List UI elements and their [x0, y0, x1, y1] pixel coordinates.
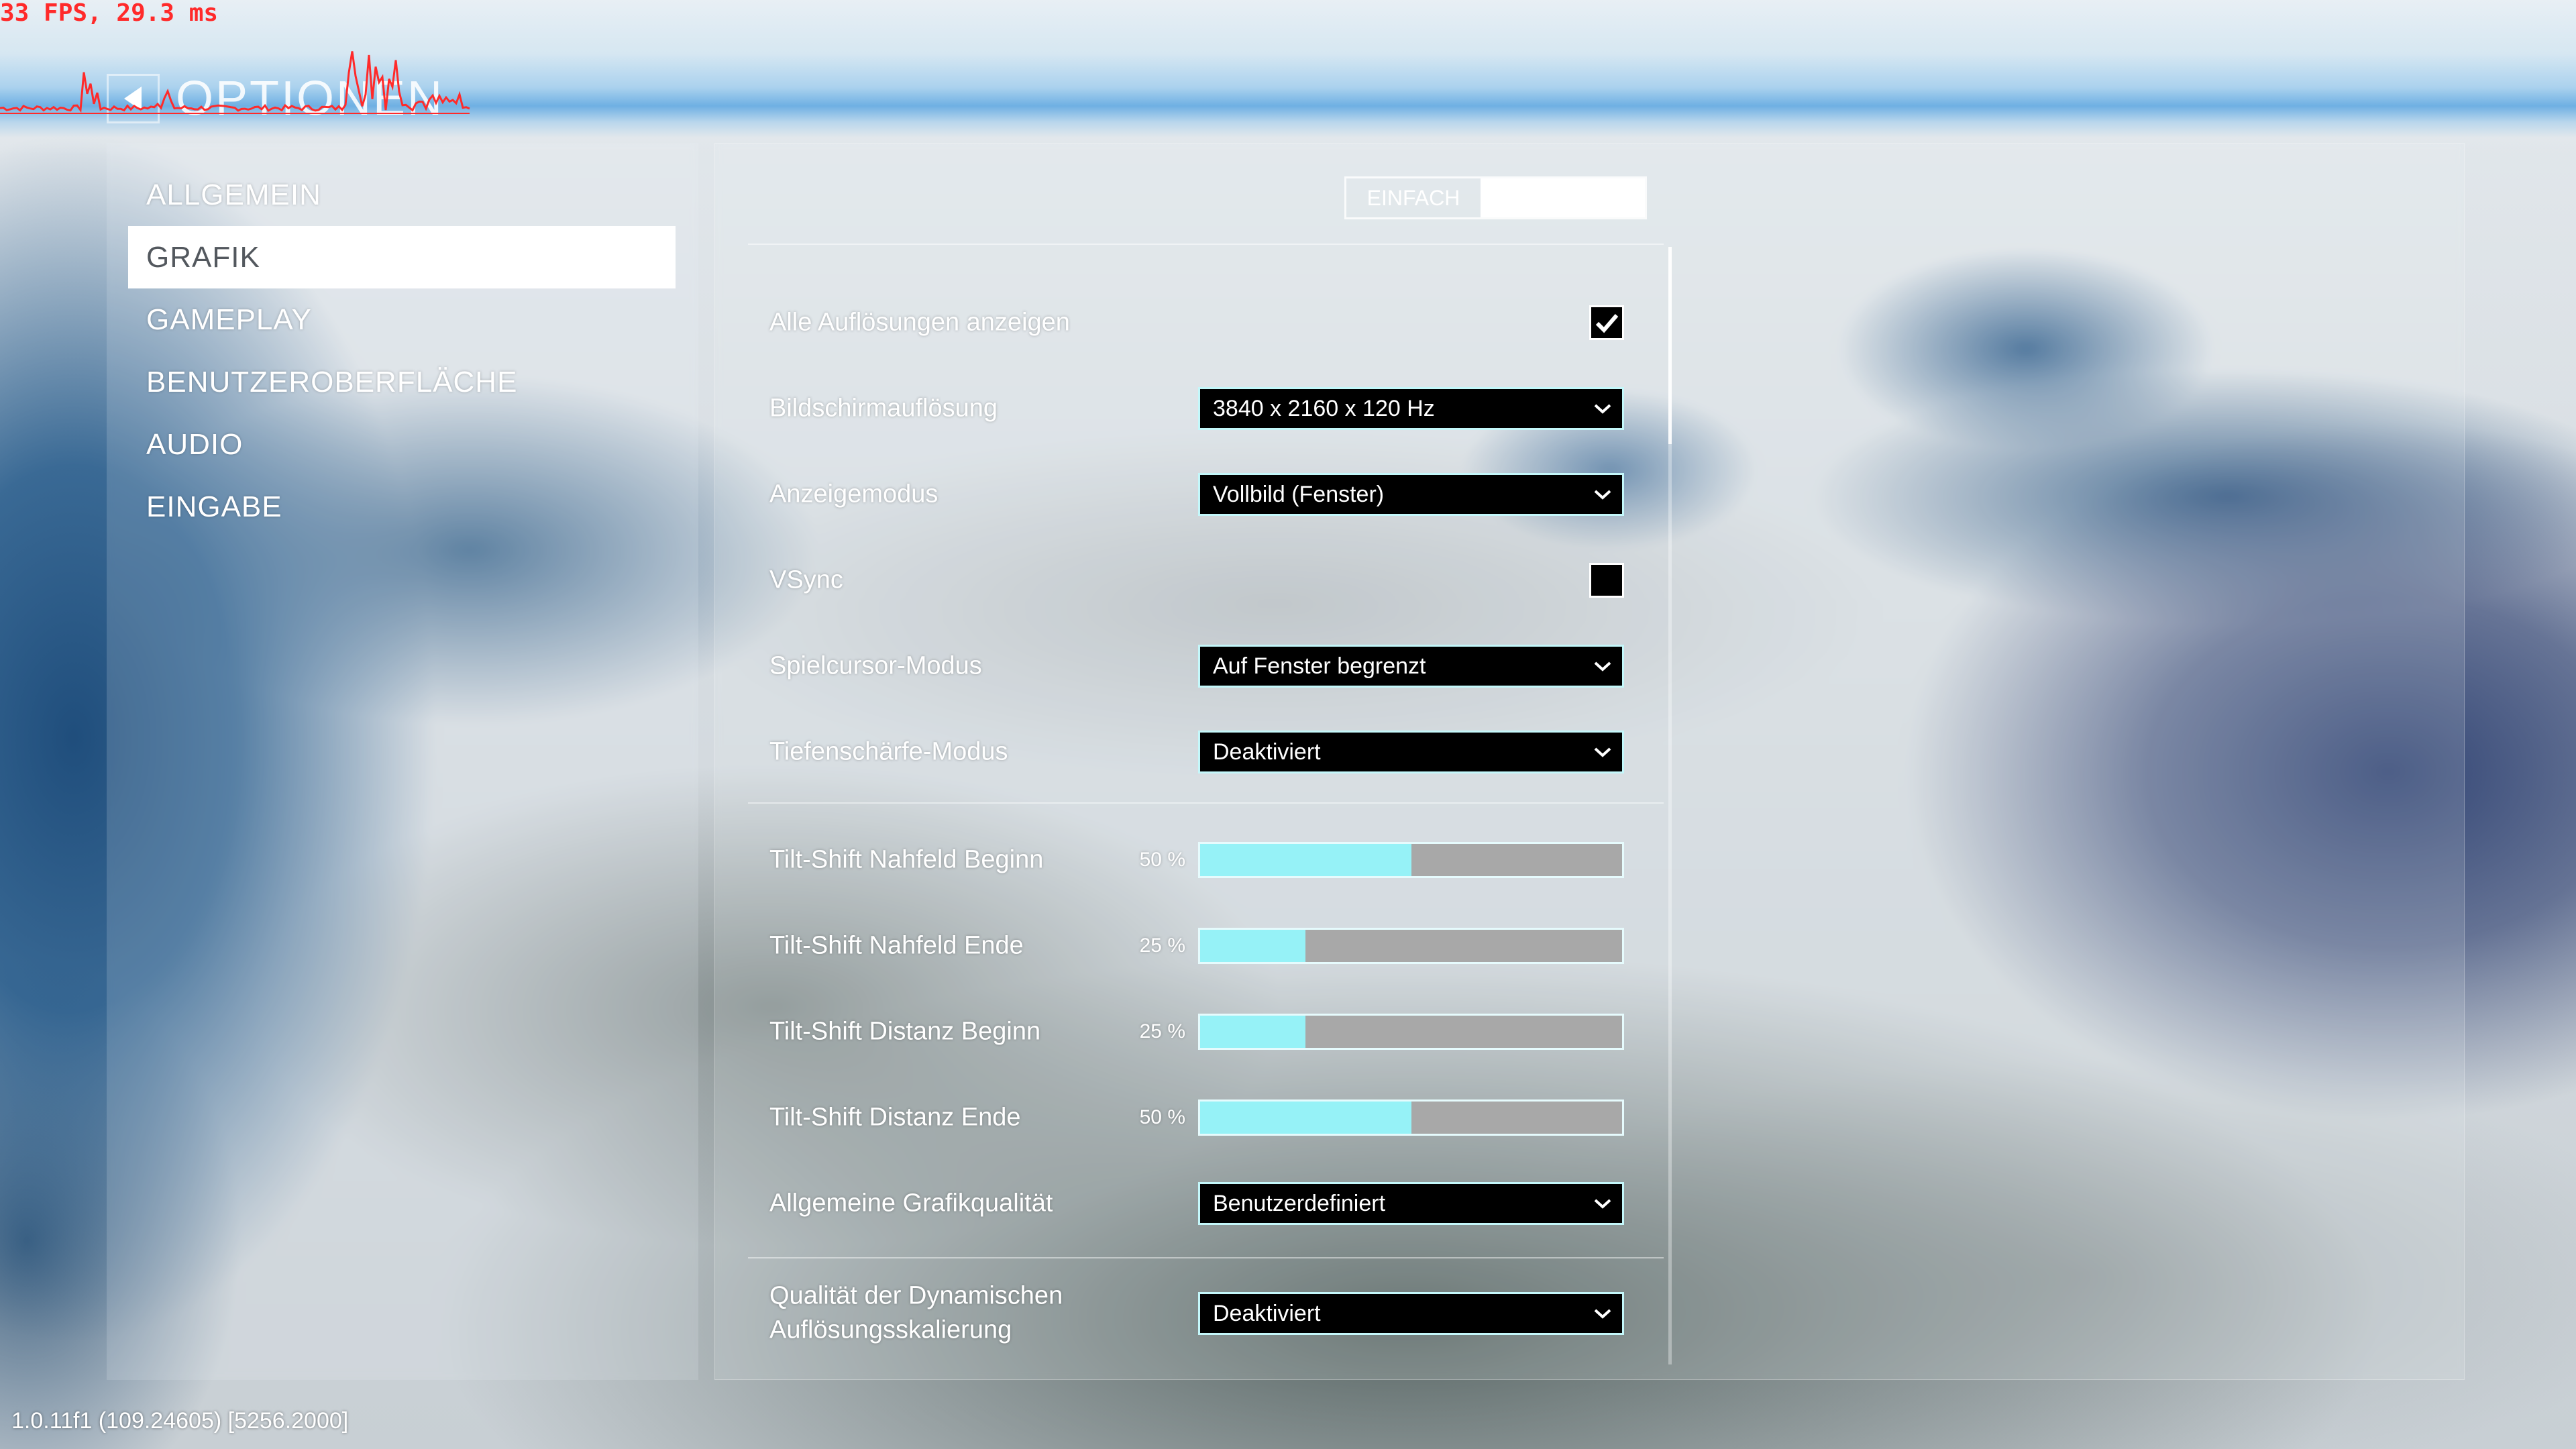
setting-row-spielcursor-modus: Spielcursor-Modus Auf Fenster begrenzt	[748, 623, 1664, 709]
category-item-allgemein[interactable]: ALLGEMEIN	[128, 164, 676, 226]
dropdown-anzeigemodus[interactable]: Vollbild (Fenster)	[1198, 473, 1624, 516]
setting-label: Qualität der Dynamischen Auflösungsskali…	[769, 1281, 1063, 1344]
dropdown-value: Auf Fenster begrenzt	[1213, 653, 1426, 679]
setting-label: Tilt-Shift Nahfeld Beginn	[769, 845, 1044, 874]
setting-label: Tilt-Shift Nahfeld Ende	[769, 931, 1024, 960]
dropdown-spielcursor-modus[interactable]: Auf Fenster begrenzt	[1198, 645, 1624, 688]
category-item-benutzeroberflaeche[interactable]: BENUTZEROBERFLÄCHE	[128, 351, 676, 413]
dropdown-value: Benutzerdefiniert	[1213, 1190, 1386, 1216]
chevron-down-icon	[1593, 1307, 1613, 1320]
options-category-panel: ALLGEMEIN GRAFIK GAMEPLAY BENUTZEROBERFL…	[107, 143, 698, 1380]
setting-label: Alle Auflösungen anzeigen	[769, 308, 1070, 337]
slider-tilt-shift-nahfeld-beginn[interactable]	[1198, 842, 1624, 878]
category-label: AUDIO	[146, 427, 244, 461]
setting-label: Allgemeine Grafikqualität	[769, 1189, 1053, 1218]
checkmark-icon	[1591, 307, 1622, 338]
frame-time-graph	[0, 51, 470, 114]
setting-row-tilt-shift-nahfeld-ende: Tilt-Shift Nahfeld Ende 25 %	[748, 903, 1664, 989]
slider-value: 25 %	[1139, 1020, 1185, 1042]
scrollbar-thumb[interactable]	[1668, 247, 1672, 444]
checkbox-vsync[interactable]	[1589, 563, 1624, 598]
chevron-down-icon	[1593, 745, 1613, 759]
chevron-down-icon	[1593, 488, 1613, 501]
category-label: EINGABE	[146, 490, 282, 523]
section-divider	[748, 802, 1664, 804]
slider-tilt-shift-nahfeld-ende[interactable]	[1198, 928, 1624, 964]
chevron-down-icon	[1593, 1197, 1613, 1210]
setting-label: Anzeigemodus	[769, 480, 938, 508]
category-label: ALLGEMEIN	[146, 178, 321, 211]
setting-row-tiefenschaerfe-modus: Tiefenschärfe-Modus Deaktiviert	[748, 709, 1664, 795]
dropdown-bildschirmaufloesung[interactable]: 3840 x 2160 x 120 Hz	[1198, 387, 1624, 430]
mode-toggle[interactable]: EINFACH	[1344, 176, 1647, 219]
slider-fill	[1200, 930, 1306, 962]
settings-list: Alle Auflösungen anzeigen Bildschirmaufl…	[748, 244, 1664, 1356]
dropdown-value: Deaktiviert	[1213, 739, 1321, 765]
mode-toggle-right-segment[interactable]	[1481, 178, 1645, 217]
setting-label: Bildschirmauflösung	[769, 394, 998, 423]
setting-label: VSync	[769, 566, 843, 594]
scrollbar[interactable]	[1668, 247, 1672, 1364]
dropdown-value: 3840 x 2160 x 120 Hz	[1213, 395, 1435, 421]
slider-tilt-shift-distanz-ende[interactable]	[1198, 1099, 1624, 1136]
setting-row-tilt-shift-distanz-ende: Tilt-Shift Distanz Ende 50 %	[748, 1075, 1664, 1161]
section-divider	[748, 1257, 1664, 1258]
slider-value: 50 %	[1139, 1106, 1185, 1128]
slider-value: 25 %	[1139, 934, 1185, 957]
setting-label: Tilt-Shift Distanz Ende	[769, 1103, 1021, 1132]
setting-row-alle-aufloesungen: Alle Auflösungen anzeigen	[748, 280, 1664, 366]
slider-fill	[1200, 844, 1411, 876]
slider-fill	[1200, 1102, 1411, 1134]
setting-row-tilt-shift-distanz-beginn: Tilt-Shift Distanz Beginn 25 %	[748, 989, 1664, 1075]
chevron-down-icon	[1593, 659, 1613, 673]
slider-fill	[1200, 1016, 1306, 1048]
setting-label: Tilt-Shift Distanz Beginn	[769, 1017, 1041, 1046]
setting-row-bildschirmaufloesung: Bildschirmauflösung 3840 x 2160 x 120 Hz	[748, 366, 1664, 451]
dropdown-allgemeine-grafikqualitaet[interactable]: Benutzerdefiniert	[1198, 1182, 1624, 1225]
category-label: BENUTZEROBERFLÄCHE	[146, 365, 518, 398]
category-list: ALLGEMEIN GRAFIK GAMEPLAY BENUTZEROBERFL…	[128, 164, 676, 538]
mode-toggle-label: EINFACH	[1366, 185, 1460, 210]
setting-label: Tiefenschärfe-Modus	[769, 737, 1008, 766]
dropdown-dynamische-aufloesungsskalierung[interactable]: Deaktiviert	[1198, 1292, 1624, 1335]
category-item-gameplay[interactable]: GAMEPLAY	[128, 288, 676, 351]
frame-time-line	[0, 51, 470, 113]
slider-tilt-shift-distanz-beginn[interactable]	[1198, 1014, 1624, 1050]
version-label: 1.0.11f1 (109.24605) [5256.2000]	[11, 1408, 349, 1434]
slider-value: 50 %	[1139, 849, 1185, 871]
setting-row-tilt-shift-nahfeld-beginn: Tilt-Shift Nahfeld Beginn 50 %	[748, 817, 1664, 903]
dropdown-value: Deaktiviert	[1213, 1300, 1321, 1326]
setting-row-anzeigemodus: Anzeigemodus Vollbild (Fenster)	[748, 451, 1664, 537]
dropdown-value: Vollbild (Fenster)	[1213, 481, 1385, 507]
setting-row-allgemeine-grafikqualitaet: Allgemeine Grafikqualität Benutzerdefini…	[748, 1161, 1664, 1246]
category-label: GAMEPLAY	[146, 303, 312, 336]
fps-counter: 33 FPS, 29.3 ms	[0, 0, 219, 27]
mode-toggle-einfach[interactable]: EINFACH	[1346, 178, 1481, 217]
setting-row-dynamische-aufloesungsskalierung: Qualität der Dynamischen Auflösungsskali…	[748, 1271, 1664, 1356]
category-item-audio[interactable]: AUDIO	[128, 413, 676, 476]
category-label: GRAFIK	[146, 240, 260, 274]
chevron-down-icon	[1593, 402, 1613, 415]
category-item-grafik[interactable]: GRAFIK	[128, 226, 676, 288]
dropdown-tiefenschaerfe-modus[interactable]: Deaktiviert	[1198, 731, 1624, 773]
category-item-eingabe[interactable]: EINGABE	[128, 476, 676, 538]
settings-panel: EINFACH Alle Auflösungen anzeigen Bildsc…	[714, 143, 2465, 1380]
setting-row-vsync: VSync	[748, 537, 1664, 623]
setting-label: Spielcursor-Modus	[769, 651, 982, 680]
checkbox-alle-aufloesungen[interactable]	[1589, 305, 1624, 340]
